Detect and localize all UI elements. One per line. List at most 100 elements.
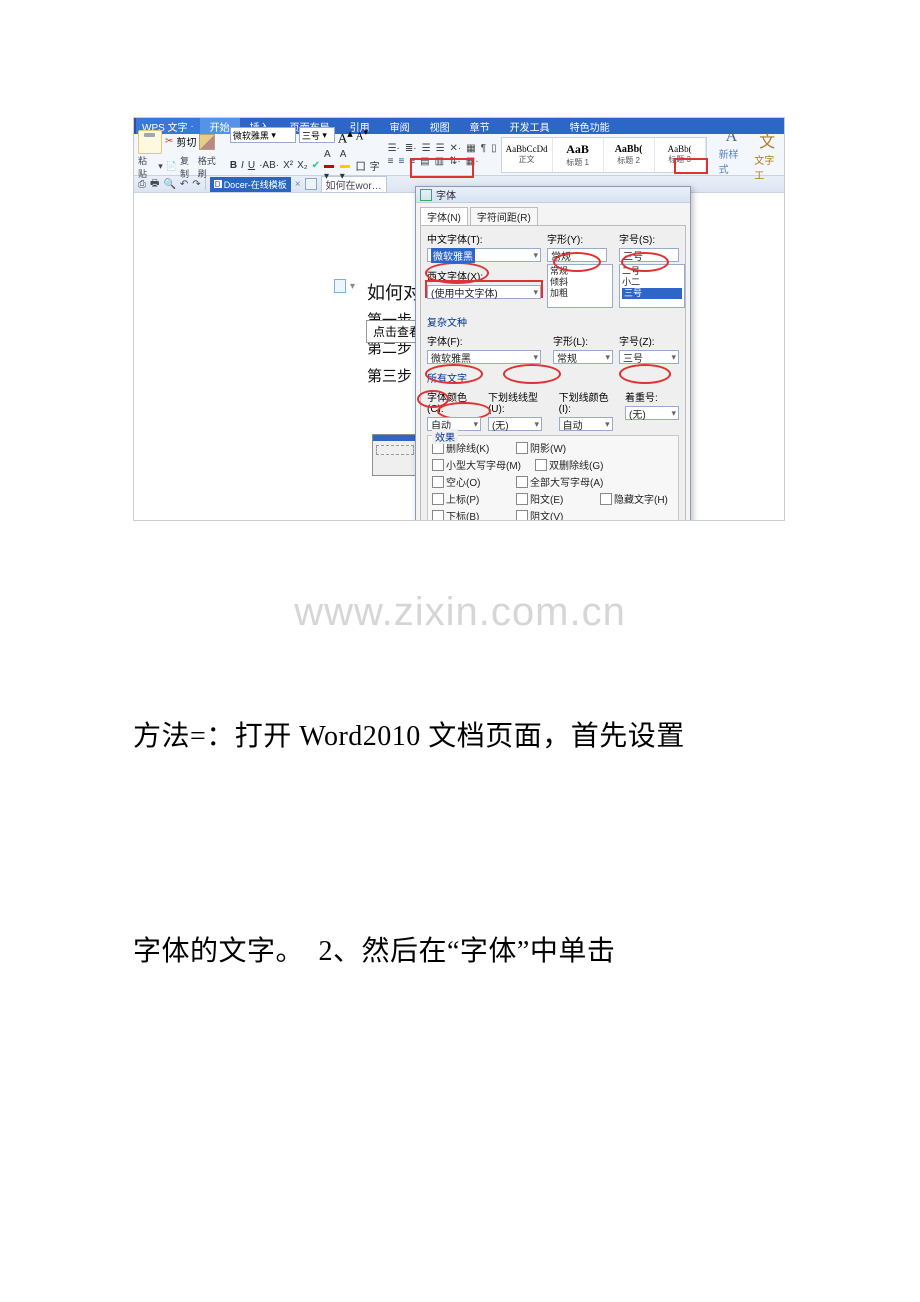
menu-tab-special[interactable]: 特色功能 [560,118,620,134]
cb-label: 双删除线(G) [549,457,603,472]
bullets-icon[interactable]: ☰· [388,143,400,154]
complex-font-input[interactable]: 微软雅黑 [427,350,541,364]
subscript-button[interactable]: X₂ [297,160,308,171]
underline-type-input[interactable]: (无) [488,417,542,431]
annotation-square-paragraph [410,158,474,178]
text-effect-icon[interactable]: ✔ [312,160,320,171]
effect-outline[interactable]: 空心(O) [432,474,502,489]
fp-label[interactable]: 格式刷 [198,154,220,180]
style-normal[interactable]: AaBbCcDd 正文 [502,138,553,172]
qa-sep [205,178,206,190]
dialog-tab-font[interactable]: 字体(N) [420,207,468,225]
menu-tab-view[interactable]: 视图 [420,118,460,134]
strike-button[interactable]: ·AB· [259,160,279,171]
complex-style-input[interactable]: 常规 [553,350,613,364]
italic-button[interactable]: I [241,160,244,171]
paste-row: 粘贴 ▾ 📄复制 格式刷 [138,154,220,180]
menu-tab-label: 视图 [430,119,450,134]
font-size-input-dlg[interactable]: 三号 [619,248,679,262]
clear-format-icon[interactable]: ✎ [371,127,379,146]
western-font-input[interactable]: (使用中文字体) [427,285,541,299]
ribbon: ✂ 剪切 粘贴 ▾ 📄复制 格式刷 微软雅黑 ▾ 三号 ▾ A▴ A▾ ✎ [134,134,784,176]
text-tools-button[interactable]: 文 文字工 [754,128,780,182]
align-just-icon[interactable]: ≡ [388,156,394,167]
font-size-list[interactable]: 二号 小二 三号 [619,264,685,308]
underline-button[interactable]: U [248,160,255,171]
effect-engrave[interactable]: 阴文(V) [516,508,586,521]
dialog-title-bar[interactable]: 字体 [416,187,690,203]
effect-dstrike[interactable]: 双删除线(G) [535,457,605,472]
scissors-icon[interactable]: ✂ [165,136,173,147]
style-heading1[interactable]: AaB 标题 1 [553,138,604,172]
document-tab-label: 如何在wor… [326,181,382,192]
dialog-tab-spacing[interactable]: 字符间距(R) [470,207,538,225]
font-name-value: 微软雅黑 [233,129,269,142]
format-painter-icon[interactable] [199,134,215,150]
align-center-icon[interactable]: ≡ [398,156,404,167]
font-row-1: 微软雅黑 ▾ 三号 ▾ A▴ A▾ ✎ [230,127,380,146]
superscript-button[interactable]: X² [283,160,293,171]
emphasis-input[interactable]: (无) [625,406,679,420]
numbering-icon[interactable]: ≣· [405,143,417,154]
style-heading2[interactable]: AaBb( 标题 2 [604,138,655,172]
effect-hidden[interactable]: 隐藏文字(H) [600,491,670,506]
cb-label: 空心(O) [446,474,480,489]
grow-font-icon[interactable]: A▴ [338,127,353,146]
list-item[interactable]: 二号 [622,266,682,277]
qa-redo-icon[interactable]: ↷ [192,179,200,190]
para-marks-icon[interactable]: ¶ [481,143,486,154]
dialog-tab-label: 字符间距(R) [477,213,531,224]
underline-color-input[interactable]: 自动 [559,417,613,431]
effect-allcaps[interactable]: 全部大写字母(A) [516,474,603,489]
list-item[interactable]: 加粗 [550,288,610,299]
complex-font-value: 微软雅黑 [431,350,471,365]
qa-preview-icon[interactable]: 🔍 [163,179,175,190]
list-item[interactable]: 三号 [622,288,682,299]
effect-smallcaps[interactable]: 小型大写字母(M) [432,457,521,472]
effect-subscript[interactable]: 下标(B) [432,508,502,521]
copy-label[interactable]: 复制 [180,154,195,180]
borders-icon[interactable]: ▯ [491,143,497,154]
char-shading-icon[interactable]: 字 [370,158,380,173]
menu-tab-devtools[interactable]: 开发工具 [500,118,560,134]
char-border-icon[interactable]: 囗 [356,158,366,173]
align-left-icon[interactable]: ☰ [422,143,431,154]
font-color-icon[interactable]: A▾ [324,149,336,182]
document-page: WPS 文字 · 开始 插入 页面布局 引用 审阅 视图 章节 开发工具 特色功… [0,0,920,1302]
qa-save-icon[interactable]: ⎙ [138,179,146,190]
styles-gallery[interactable]: AaBbCcDd 正文 AaB 标题 1 AaBb( 标题 2 AaBb( 标题… [501,137,707,173]
style-label: 标题 2 [617,155,640,166]
font-size-input[interactable]: 三号 ▾ [299,127,335,143]
line-spacing-icon[interactable]: ✕· [450,143,462,154]
dialog-tab-label: 字体(N) [427,213,461,224]
text-tools-icon: 文 [759,128,775,152]
menu-tab-review[interactable]: 审阅 [380,118,420,134]
font-style-list[interactable]: 常规 倾斜 加粗 [547,264,613,308]
align-right-icon[interactable]: ☰ [436,143,445,154]
cb-label: 阳文(E) [530,491,563,506]
shrink-font-icon[interactable]: A▾ [356,127,369,146]
menu-tab-label: 开发工具 [510,119,550,134]
font-style-input[interactable]: 常规 [547,248,607,262]
clipboard-group: ✂ 剪切 粘贴 ▾ 📄复制 格式刷 [138,130,220,180]
list-item[interactable]: 小二 [622,277,682,288]
page-icon [334,279,346,293]
cjk-font-input[interactable]: 微软雅黑 [427,248,541,262]
qa-undo-icon[interactable]: ↶ [180,179,188,190]
paste-icon[interactable] [138,130,162,154]
new-style-button[interactable]: A 新样式 [719,128,745,182]
complex-style-value: 常规 [557,350,577,365]
menu-tab-sections[interactable]: 章节 [460,118,500,134]
font-name-input[interactable]: 微软雅黑 ▾ [230,127,296,143]
list-item[interactable]: 倾斜 [550,277,610,288]
effect-superscript[interactable]: 上标(P) [432,491,502,506]
bold-button[interactable]: B [230,160,237,171]
paste-label[interactable]: 粘贴 [138,154,153,180]
list-item[interactable]: 常规 [550,266,610,277]
doc-line-3: 第三步 [367,363,421,391]
complex-size-input[interactable]: 三号 [619,350,679,364]
effect-shadow[interactable]: 阴影(W) [516,440,586,455]
highlight-icon[interactable]: A▾ [340,149,352,182]
effect-emboss[interactable]: 阳文(E) [516,491,586,506]
shading-icon[interactable]: ▦ [466,143,475,154]
